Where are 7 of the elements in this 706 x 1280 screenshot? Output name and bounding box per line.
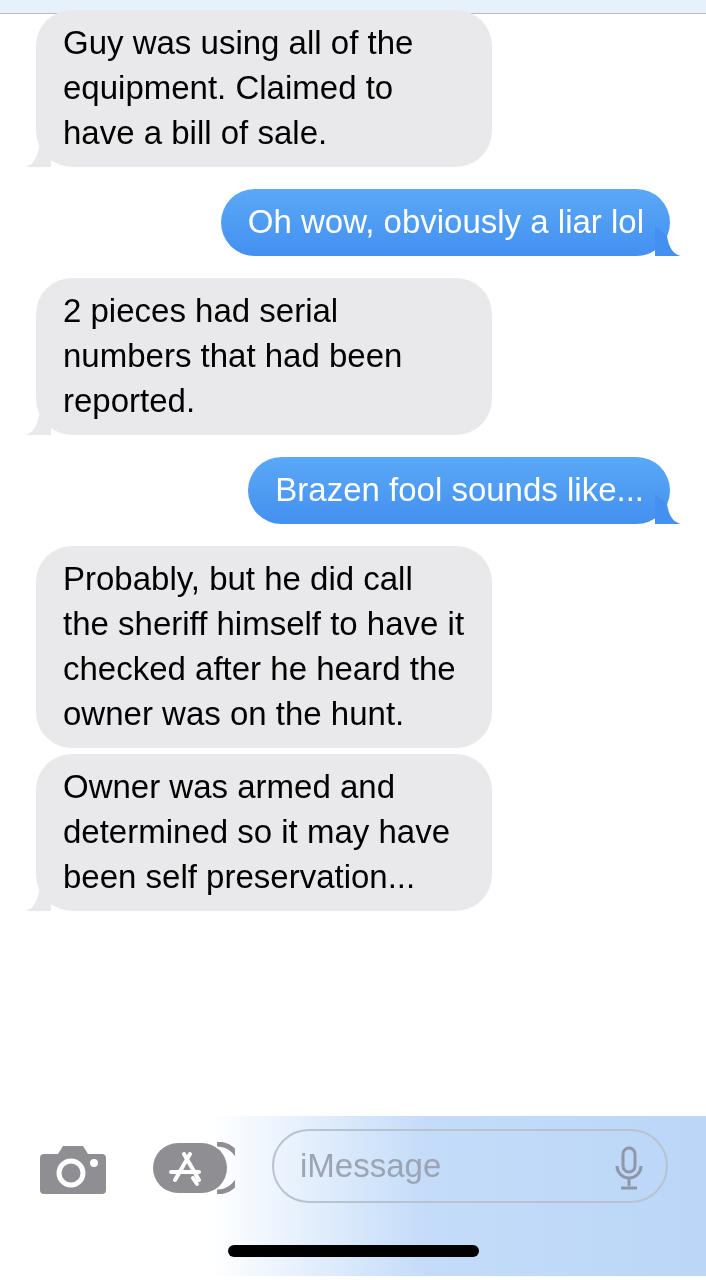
message-field[interactable]: iMessage xyxy=(272,1129,668,1203)
camera-icon[interactable] xyxy=(40,1144,106,1194)
message-bubble: Probably, but he did call the sheriff himself to have it checked after he heard the owner was on the hunt. xyxy=(36,546,492,748)
bubble-tail xyxy=(655,494,681,524)
app-store-icon[interactable] xyxy=(153,1142,235,1194)
microphone-icon[interactable] xyxy=(615,1146,643,1190)
bubble-tail xyxy=(655,226,681,256)
